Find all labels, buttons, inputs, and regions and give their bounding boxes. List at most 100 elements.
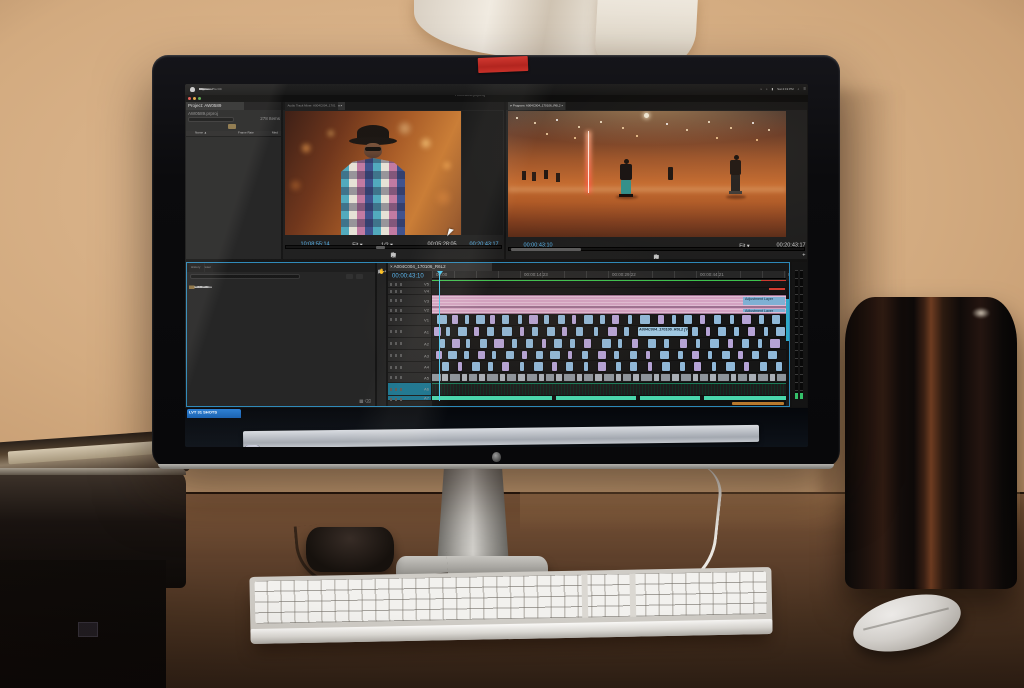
track-header[interactable]: A5 [388, 373, 431, 383]
timeline-clip[interactable] [520, 362, 524, 371]
source-video-viewer[interactable] [285, 111, 461, 235]
timeline-clip[interactable] [662, 362, 670, 371]
timeline-clip[interactable] [681, 374, 691, 381]
timeline-clip[interactable] [770, 374, 775, 381]
timeline-clip[interactable] [450, 374, 460, 381]
timeline-clip[interactable] [608, 327, 617, 336]
timeline-clip[interactable] [600, 315, 605, 324]
timeline-clip[interactable] [458, 362, 462, 371]
timeline-clip[interactable] [474, 327, 479, 336]
dock-icon[interactable] [245, 445, 259, 447]
timeline-clip[interactable] [664, 339, 669, 348]
timeline-clip[interactable] [654, 374, 659, 381]
timeline-clip[interactable] [646, 351, 650, 359]
timeline-clip[interactable] [522, 351, 527, 359]
timeline-clip[interactable] [520, 327, 524, 336]
add-panel-button[interactable]: + [802, 252, 805, 258]
timeline-clip[interactable] [700, 374, 708, 381]
close-window-button[interactable] [188, 97, 191, 100]
timeline-clip[interactable] [479, 374, 485, 381]
timeline-clip[interactable] [584, 315, 593, 324]
timeline-clip[interactable] [598, 351, 606, 359]
track-header[interactable]: V2 [388, 307, 431, 314]
timeline-clip[interactable] [710, 374, 716, 381]
timeline-clip[interactable] [714, 315, 721, 324]
timeline-clip[interactable]: A004C004_170106_R6L2 [V] [638, 327, 688, 336]
timeline-clip[interactable] [572, 315, 576, 324]
timeline-clip[interactable] [770, 339, 780, 348]
track-v4-empty[interactable] [432, 288, 786, 295]
timeline-clip[interactable] [624, 327, 629, 336]
timeline-clip[interactable] [748, 327, 755, 336]
timeline-clip[interactable] [506, 351, 514, 359]
timeline-clip[interactable] [722, 351, 730, 359]
timeline-clip[interactable] [576, 327, 583, 336]
timeline-clip[interactable] [472, 362, 480, 371]
timeline-clip[interactable] [554, 339, 562, 348]
timeline-clip[interactable] [448, 351, 457, 359]
timeline-clip[interactable] [614, 351, 619, 359]
timeline-clip[interactable] [602, 339, 611, 348]
timeline-clip[interactable] [526, 339, 533, 348]
status-icon[interactable]: ♪ [766, 84, 768, 95]
track-header[interactable]: A2 [388, 338, 431, 350]
timeline-clip[interactable] [566, 362, 573, 371]
timeline-clip[interactable] [633, 374, 639, 381]
timeline-clip[interactable] [710, 339, 719, 348]
vertical-scrollbar[interactable] [786, 281, 789, 400]
timeline-clip[interactable] [570, 339, 575, 348]
timeline-clip[interactable] [618, 339, 622, 348]
transport-button[interactable]: ▣ [654, 253, 659, 259]
source-scrubber-thumb[interactable] [376, 246, 385, 249]
timeline-clip[interactable] [478, 351, 485, 359]
timeline-clip[interactable] [648, 339, 656, 348]
bin-path-icon[interactable] [228, 124, 236, 129]
effects-filter-button[interactable] [346, 274, 353, 279]
timeline-clip[interactable] [562, 327, 567, 336]
timeline-clip[interactable] [648, 362, 652, 371]
timeline-clip[interactable] [734, 327, 739, 336]
tool-button[interactable]: ⌕ [378, 269, 381, 276]
panel-tab[interactable]: History [189, 263, 202, 272]
program-scrubber-thumb[interactable] [511, 248, 581, 251]
timeline-clip[interactable] [584, 339, 591, 348]
timeline-clip[interactable] [502, 315, 509, 324]
timeline-clip[interactable] [594, 327, 598, 336]
timeline-clip[interactable] [693, 374, 698, 381]
timeline-clip[interactable] [630, 362, 637, 371]
timeline-clip[interactable] [502, 327, 512, 336]
status-icon[interactable]: ⌁ [760, 84, 762, 95]
timeline-clip[interactable] [768, 351, 777, 359]
timeline-clip[interactable] [542, 339, 546, 348]
track-header[interactable]: V4 [388, 288, 431, 295]
timeline-clip[interactable] [546, 374, 554, 381]
program-video-viewer[interactable] [508, 111, 786, 237]
timeline-clip[interactable] [760, 362, 767, 371]
timeline-clip[interactable] [446, 327, 450, 336]
timeline-clip[interactable] [539, 374, 544, 381]
timeline-clip[interactable] [776, 362, 782, 371]
timeline-clip[interactable] [726, 362, 735, 371]
transport-button[interactable]: ▣ [391, 251, 396, 257]
timeline-clip[interactable] [742, 315, 751, 324]
timeline-clip[interactable] [616, 362, 621, 371]
track-header[interactable]: A7 [388, 396, 431, 401]
track-header[interactable]: A6 [388, 383, 431, 396]
timeline-clip[interactable] [680, 362, 685, 371]
timeline-clip[interactable] [749, 374, 756, 381]
timeline-clip[interactable] [712, 362, 716, 371]
timeline-clip[interactable] [440, 339, 445, 348]
effects-filter-button-2[interactable] [356, 274, 363, 279]
apple-menu-icon[interactable] [190, 87, 195, 92]
effects-search-input[interactable] [190, 274, 300, 279]
timeline-clip[interactable] [742, 339, 749, 348]
timeline-clip[interactable] [731, 374, 736, 381]
adjustment-layer-track-1[interactable]: Adjustment Layer [432, 295, 786, 307]
playhead[interactable] [439, 271, 440, 401]
track-header[interactable]: V3 [388, 295, 431, 307]
timeline-clip[interactable] [694, 362, 701, 371]
timeline-clip[interactable] [772, 315, 780, 324]
timeline-clip[interactable] [630, 351, 637, 359]
monitor-tab[interactable]: Audio Track Mixer: A004C004_1701 [285, 102, 338, 110]
zoom-window-button[interactable] [198, 97, 201, 100]
